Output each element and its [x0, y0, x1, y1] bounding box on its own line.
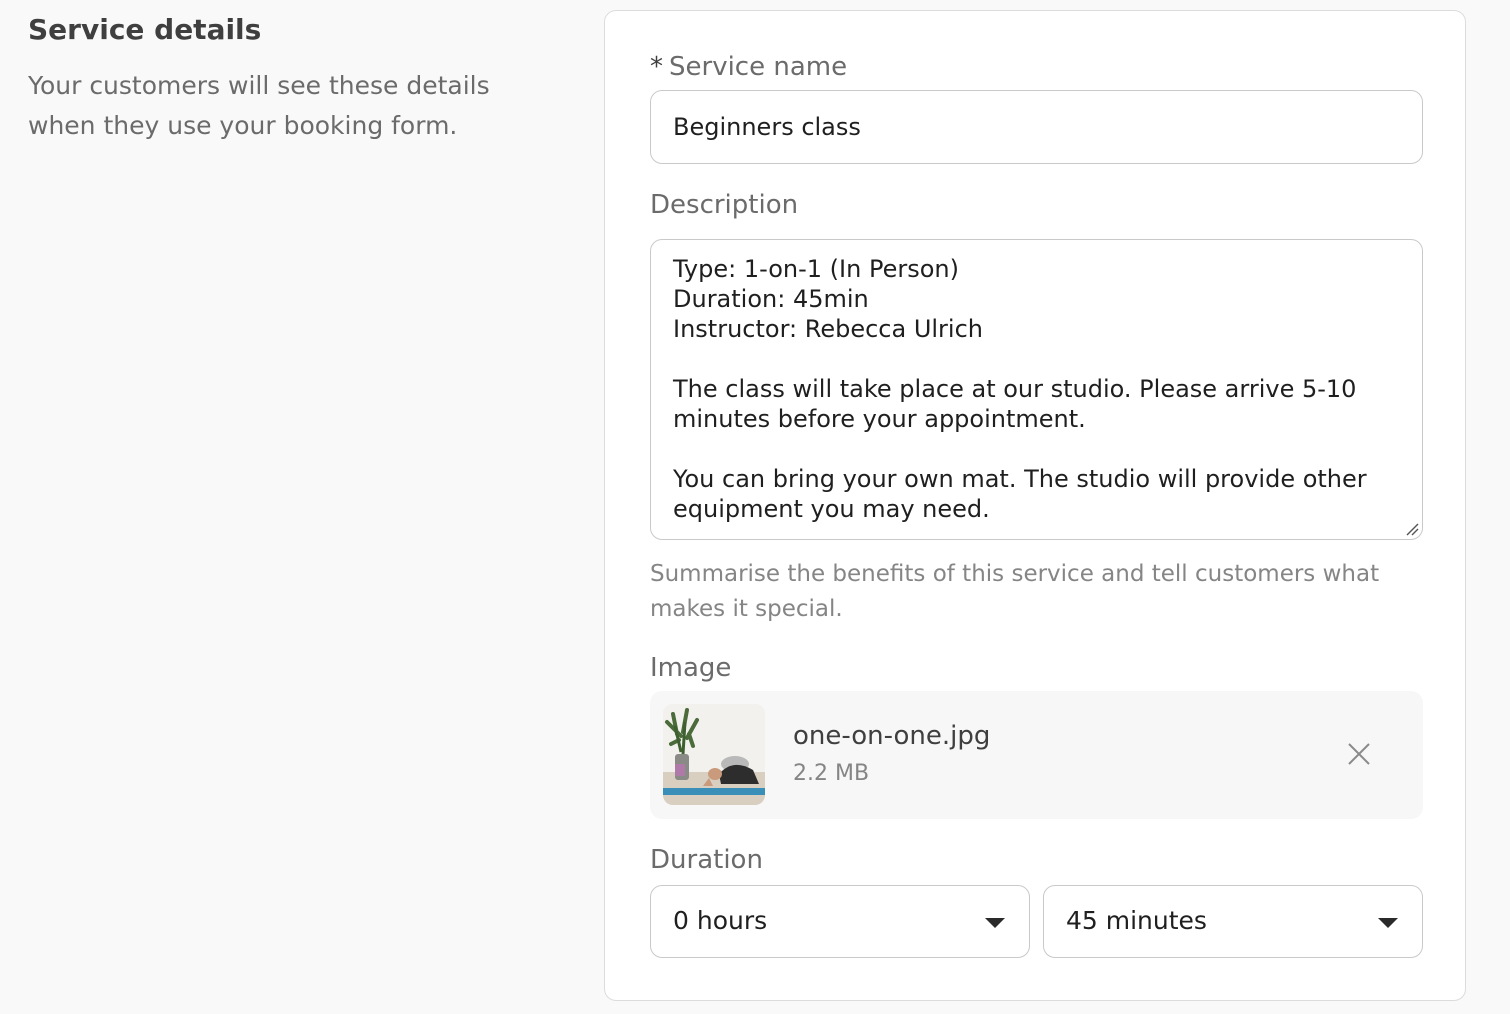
- resize-handle-icon[interactable]: [1405, 522, 1419, 536]
- chevron-down-icon: [985, 918, 1005, 928]
- duration-minutes-select[interactable]: 45 minutes: [1043, 885, 1423, 958]
- service-name-label-text: Service name: [669, 52, 848, 82]
- section-description: Your customers will see these details wh…: [28, 71, 490, 140]
- description-line: The class will take place at our studio.…: [673, 375, 1357, 403]
- description-line: Type: 1-on-1 (In Person): [673, 255, 959, 283]
- description-label: Description: [650, 190, 799, 220]
- image-file-size: 2.2 MB: [793, 761, 870, 786]
- duration-hours-value: 0 hours: [673, 906, 768, 935]
- section-intro: Service details Your customers will see …: [28, 10, 498, 146]
- required-marker: *: [650, 52, 663, 82]
- service-form-card: *Service name Description Type: 1-on-1 (…: [604, 10, 1466, 1001]
- description-line: Duration: 45min: [673, 285, 869, 313]
- chevron-down-icon: [1378, 918, 1398, 928]
- image-file-name: one-on-one.jpg: [793, 721, 991, 751]
- description-line: minutes before your appointment.: [673, 405, 1086, 433]
- duration-label: Duration: [650, 845, 763, 875]
- description-helper-text: Summarise the benefits of this service a…: [650, 561, 1380, 622]
- service-name-input[interactable]: [650, 90, 1423, 164]
- description-line: [673, 344, 1400, 374]
- close-icon[interactable]: [1346, 741, 1372, 767]
- duration-minutes-value: 45 minutes: [1066, 906, 1207, 935]
- image-thumbnail: [663, 704, 765, 805]
- section-title: Service details: [28, 13, 262, 46]
- description-line: Instructor: Rebecca Ulrich: [673, 315, 983, 343]
- description-line: equipment you may need.: [673, 495, 990, 523]
- image-label: Image: [650, 653, 732, 683]
- image-file-tile: one-on-one.jpg 2.2 MB: [650, 691, 1423, 819]
- service-name-label: * Service name: [650, 51, 847, 83]
- service-details-page: Service details Your customers will see …: [0, 0, 1510, 1014]
- duration-hours-select[interactable]: 0 hours: [650, 885, 1030, 958]
- description-line: You can bring your own mat. The studio w…: [673, 465, 1367, 493]
- description-textarea[interactable]: Type: 1-on-1 (In Person) Duration: 45min…: [650, 239, 1423, 540]
- description-line: [673, 434, 1400, 464]
